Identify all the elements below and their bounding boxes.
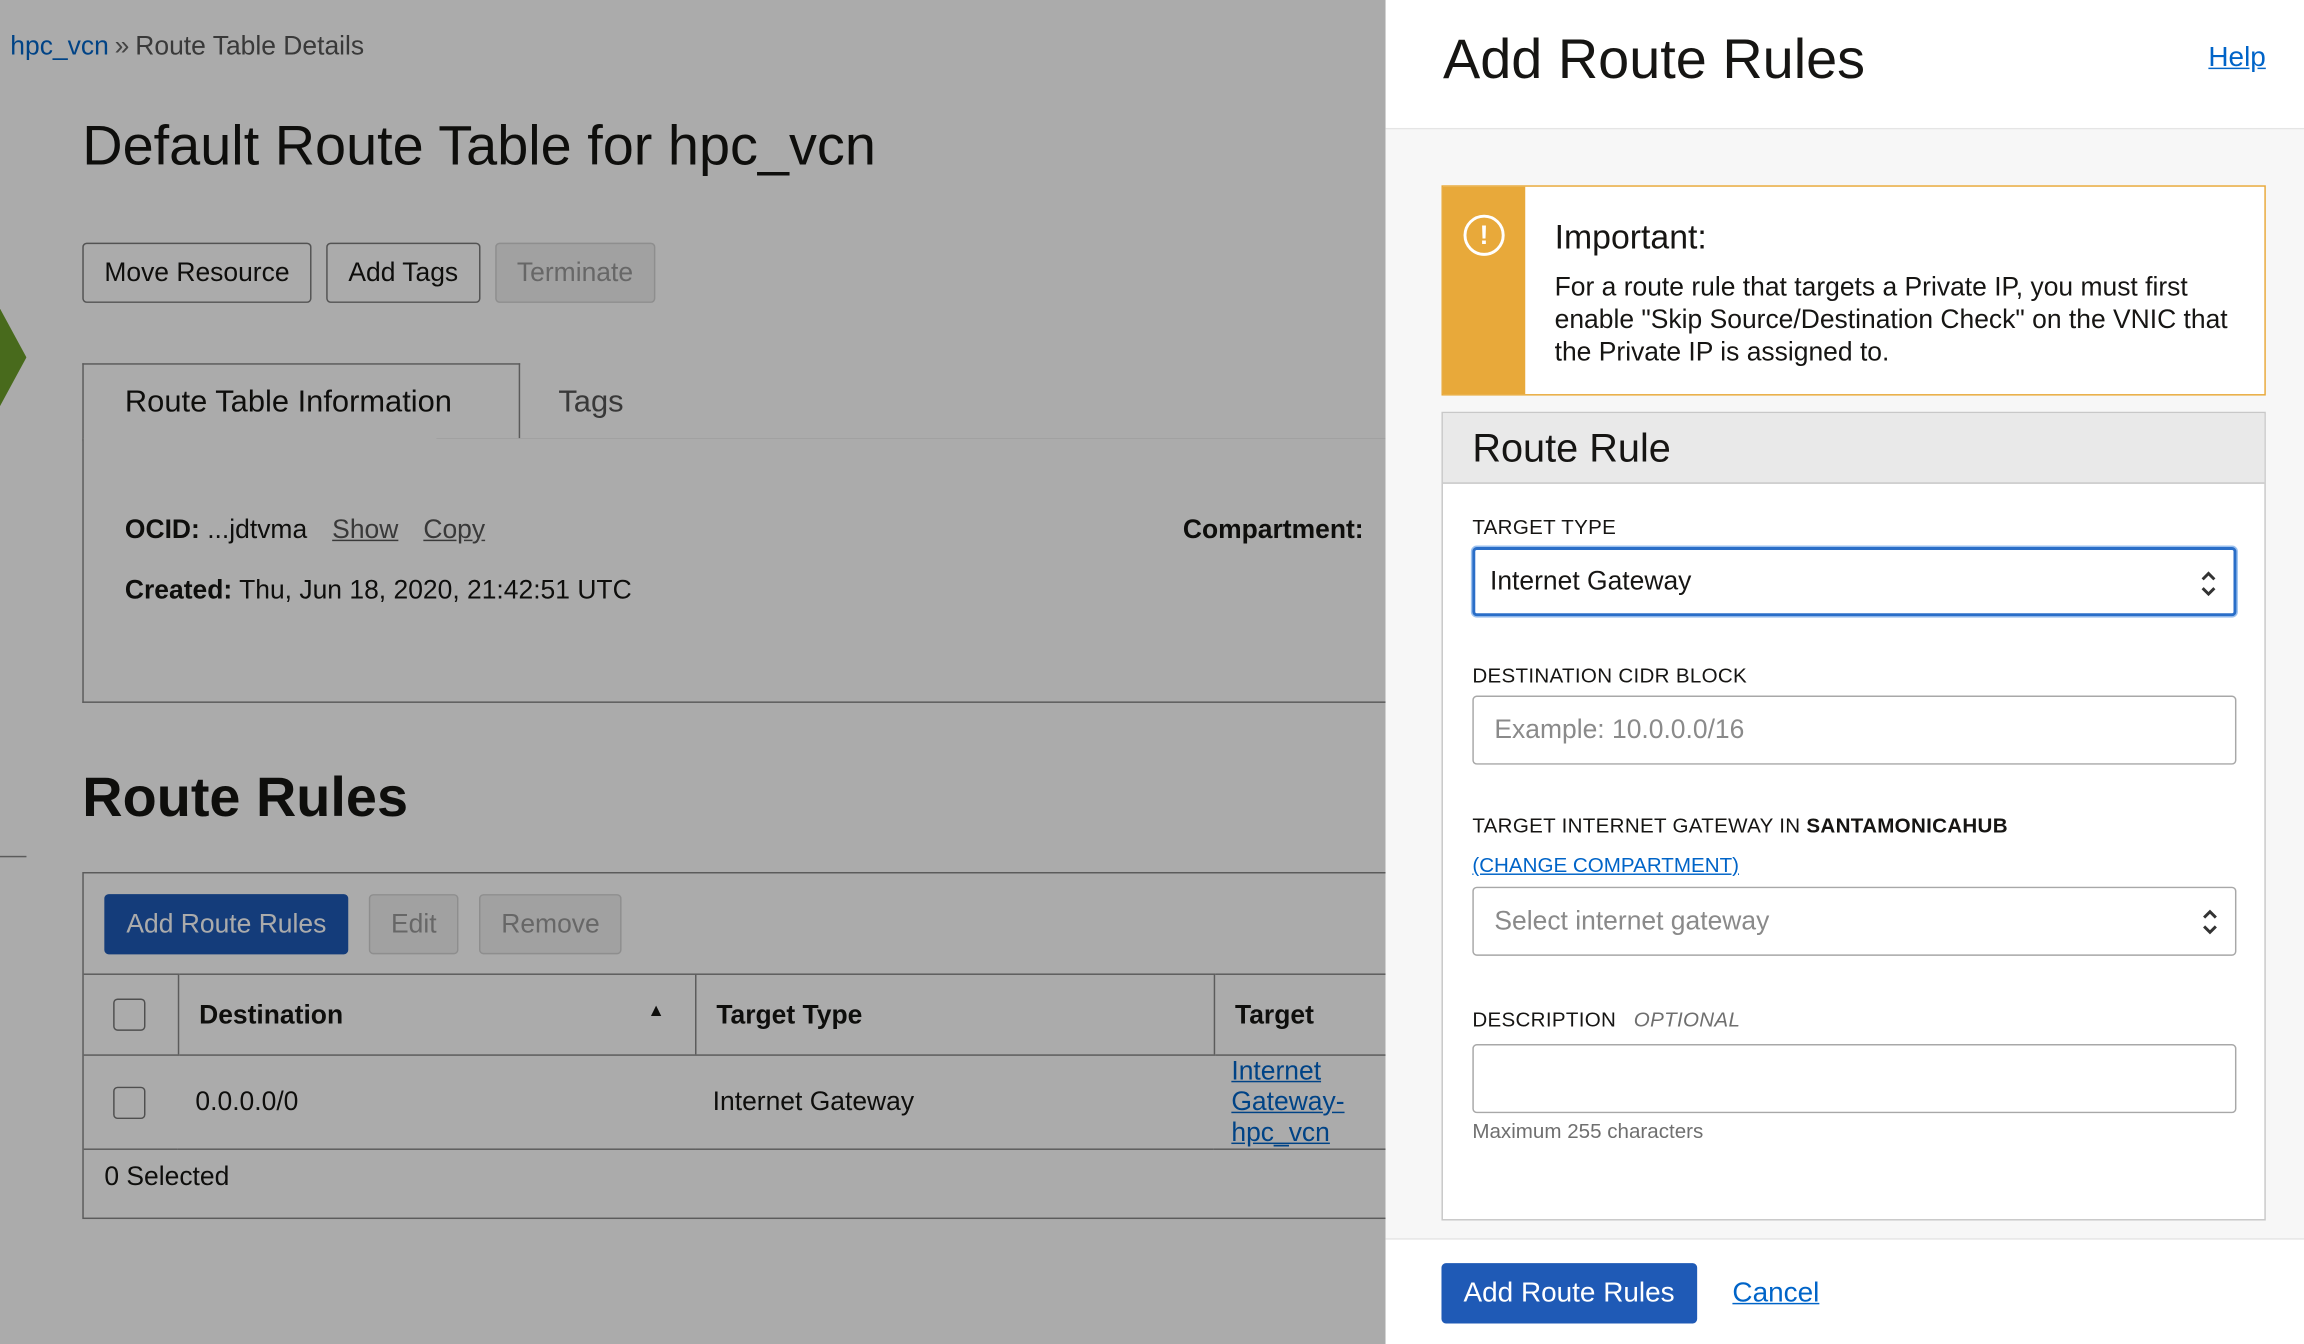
add-route-rules-panel: Add Route Rules Help ! Important: For a … bbox=[1385, 0, 2304, 1344]
target-type-label: TARGET TYPE bbox=[1472, 514, 1617, 539]
notice-accent-bar: ! bbox=[1442, 186, 1526, 395]
panel-header: Add Route Rules Help bbox=[1385, 0, 2304, 130]
panel-body: ! Important: For a route rule that targe… bbox=[1385, 129, 2304, 1239]
panel-title: Add Route Rules bbox=[1442, 29, 1866, 92]
target-type-value: Internet Gateway bbox=[1489, 566, 1692, 596]
route-rule-card-header: Route Rule bbox=[1442, 413, 2265, 484]
help-link[interactable]: Help bbox=[2208, 43, 2265, 75]
select-arrows-icon bbox=[2203, 909, 2217, 935]
notice-text: For a route rule that targets a Private … bbox=[1554, 272, 2228, 367]
select-arrows-icon bbox=[2201, 571, 2216, 597]
cidr-placeholder: Example: 10.0.0.0/16 bbox=[1494, 714, 1745, 745]
destination-cidr-input[interactable]: Example: 10.0.0.0/16 bbox=[1472, 695, 2237, 765]
target-type-select[interactable]: Internet Gateway bbox=[1472, 547, 2237, 617]
internet-gateway-select[interactable]: Select internet gateway bbox=[1472, 886, 2237, 956]
target-gateway-label-prefix: TARGET INTERNET GATEWAY IN bbox=[1472, 813, 1801, 837]
target-gateway-label: TARGET INTERNET GATEWAY IN SANTAMONICAHU… bbox=[1472, 813, 2008, 837]
notice-title: Important: bbox=[1554, 217, 1707, 256]
gateway-placeholder: Select internet gateway bbox=[1494, 905, 1770, 936]
description-optional: OPTIONAL bbox=[1633, 1007, 1741, 1031]
important-notice: ! Important: For a route rule that targe… bbox=[1441, 185, 2266, 396]
warning-icon: ! bbox=[1463, 214, 1505, 256]
cancel-link[interactable]: Cancel bbox=[1732, 1278, 1819, 1310]
panel-footer: Add Route Rules Cancel bbox=[1385, 1238, 2304, 1344]
submit-add-route-rules-button[interactable]: Add Route Rules bbox=[1441, 1263, 1697, 1324]
target-gateway-compartment: SANTAMONICAHUB bbox=[1806, 813, 2008, 837]
cidr-label: DESTINATION CIDR BLOCK bbox=[1472, 663, 1748, 687]
description-helper: Maximum 255 characters bbox=[1472, 1119, 1704, 1143]
screen: hpc_vcn» Route Table Details Default Rout… bbox=[0, 0, 2304, 1344]
description-input[interactable] bbox=[1472, 1044, 2237, 1114]
route-rule-title: Route Rule bbox=[1472, 426, 1671, 471]
route-rule-card: Route Rule TARGET TYPE Internet Gateway … bbox=[1441, 411, 2266, 1221]
change-compartment-link[interactable]: (CHANGE COMPARTMENT) bbox=[1472, 853, 1739, 877]
description-label: DESCRIPTION OPTIONAL bbox=[1472, 1007, 1740, 1031]
modal-overlay[interactable] bbox=[0, 0, 1386, 1344]
description-label-text: DESCRIPTION bbox=[1472, 1007, 1617, 1031]
